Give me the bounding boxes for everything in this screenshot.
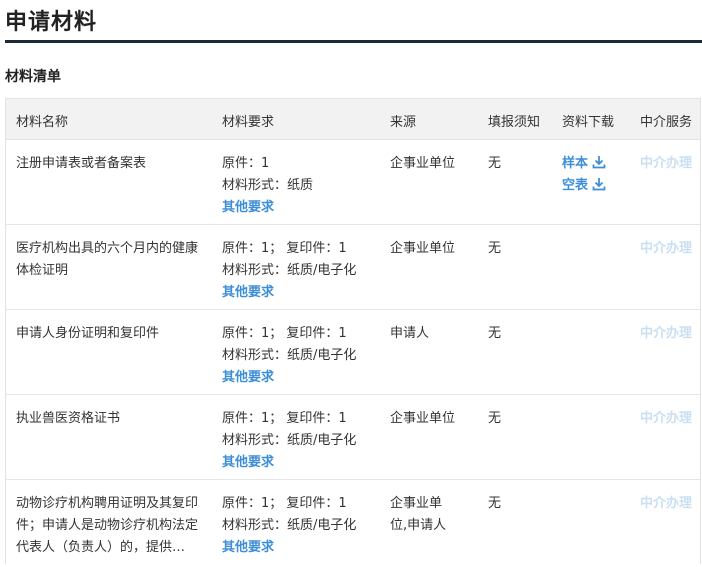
material-requirement: 原件：1； 复印件：1 材料形式：纸质/电子化 其他要求 [222,323,382,389]
req-form: 材料形式：纸质/电子化 [222,518,357,533]
header-requirement: 材料要求 [222,115,275,130]
header-source: 来源 [390,115,417,130]
material-name: 医疗机构出具的六个月内的健康体检证明 [16,241,199,278]
service-cell: 中介办理 [640,238,700,260]
download-sample-link[interactable]: 样本 [562,153,626,175]
fill-notice: 无 [488,496,502,511]
material-source: 申请人 [390,326,430,341]
agency-service-link[interactable]: 中介办理 [640,241,692,256]
req-count: 原件：1； 复印件：1 [222,241,347,256]
fill-notice: 无 [488,411,502,426]
material-requirement: 原件：1； 复印件：1 材料形式：纸质/电子化 其他要求 [222,408,382,474]
req-form: 材料形式：纸质 [222,178,314,193]
service-cell: 中介办理 [640,408,700,430]
download-blank-form-link[interactable]: 空表 [562,175,626,197]
material-name: 动物诊疗机构聘用证明及其复印件；申请人是动物诊疗机构法定代表人（负责人）的，提供… [16,496,199,555]
table-row: 申请人身份证明和复印件 原件：1； 复印件：1 材料形式：纸质/电子化 其他要求… [6,310,700,395]
agency-service-link[interactable]: 中介办理 [640,496,692,511]
header-service: 中介服务 [640,115,693,130]
download-cell: 样本 空表 [562,153,626,197]
page-title: 申请材料 [5,10,98,35]
agency-service-link[interactable]: 中介办理 [640,411,692,426]
table-row: 动物诊疗机构聘用证明及其复印件；申请人是动物诊疗机构法定代表人（负责人）的，提供… [6,480,700,564]
material-requirement: 原件：1； 复印件：1 材料形式：纸质/电子化 其他要求 [222,238,382,304]
other-requirements-link[interactable]: 其他要求 [222,197,382,219]
other-requirements-link[interactable]: 其他要求 [222,537,382,559]
material-name: 申请人身份证明和复印件 [16,326,160,341]
material-name: 注册申请表或者备案表 [16,156,147,171]
section-title: 材料清单 [5,69,61,85]
other-requirements-link[interactable]: 其他要求 [222,282,382,304]
source-line: 企事业单 [390,496,443,511]
header-download: 资料下载 [562,115,615,130]
header-fill-notice: 填报须知 [488,115,541,130]
materials-table: 材料名称 材料要求 来源 填报须知 资料下载 中介服务 注册申请表或者备案表 原… [5,98,701,564]
req-form: 材料形式：纸质/电子化 [222,263,357,278]
material-requirement: 原件：1 材料形式：纸质 其他要求 [222,153,382,219]
other-requirements-link[interactable]: 其他要求 [222,367,382,389]
table-row: 注册申请表或者备案表 原件：1 材料形式：纸质 其他要求 企事业单位 无 样本 … [6,140,700,225]
fill-notice: 无 [488,326,502,341]
agency-service-link[interactable]: 中介办理 [640,326,692,341]
service-cell: 中介办理 [640,323,700,345]
service-cell: 中介办理 [640,153,700,175]
download-icon [592,156,606,169]
req-count: 原件：1； 复印件：1 [222,326,347,341]
material-source: 企事业单位 [390,411,456,426]
material-source: 企事业单位 [390,241,456,256]
header-name: 材料名称 [16,115,69,130]
material-name: 执业兽医资格证书 [16,411,121,426]
title-divider [5,40,702,43]
fill-notice: 无 [488,241,502,256]
other-requirements-link[interactable]: 其他要求 [222,452,382,474]
material-requirement: 原件：1； 复印件：1 材料形式：纸质/电子化 其他要求 [222,493,382,559]
req-count: 原件：1； 复印件：1 [222,496,347,511]
service-cell: 中介办理 [640,493,700,515]
fill-notice: 无 [488,156,502,171]
material-source: 企事业单 位,申请人 [390,493,470,537]
source-line: 位,申请人 [390,518,447,533]
table-header: 材料名称 材料要求 来源 填报须知 资料下载 中介服务 [6,99,700,140]
req-form: 材料形式：纸质/电子化 [222,348,357,363]
agency-service-link[interactable]: 中介办理 [640,156,692,171]
table-row: 执业兽医资格证书 原件：1； 复印件：1 材料形式：纸质/电子化 其他要求 企事… [6,395,700,480]
req-count: 原件：1 [222,156,270,171]
download-icon [592,178,606,191]
req-form: 材料形式：纸质/电子化 [222,433,357,448]
table-row: 医疗机构出具的六个月内的健康体检证明 原件：1； 复印件：1 材料形式：纸质/电… [6,225,700,310]
req-count: 原件：1； 复印件：1 [222,411,347,426]
material-source: 企事业单位 [390,156,456,171]
